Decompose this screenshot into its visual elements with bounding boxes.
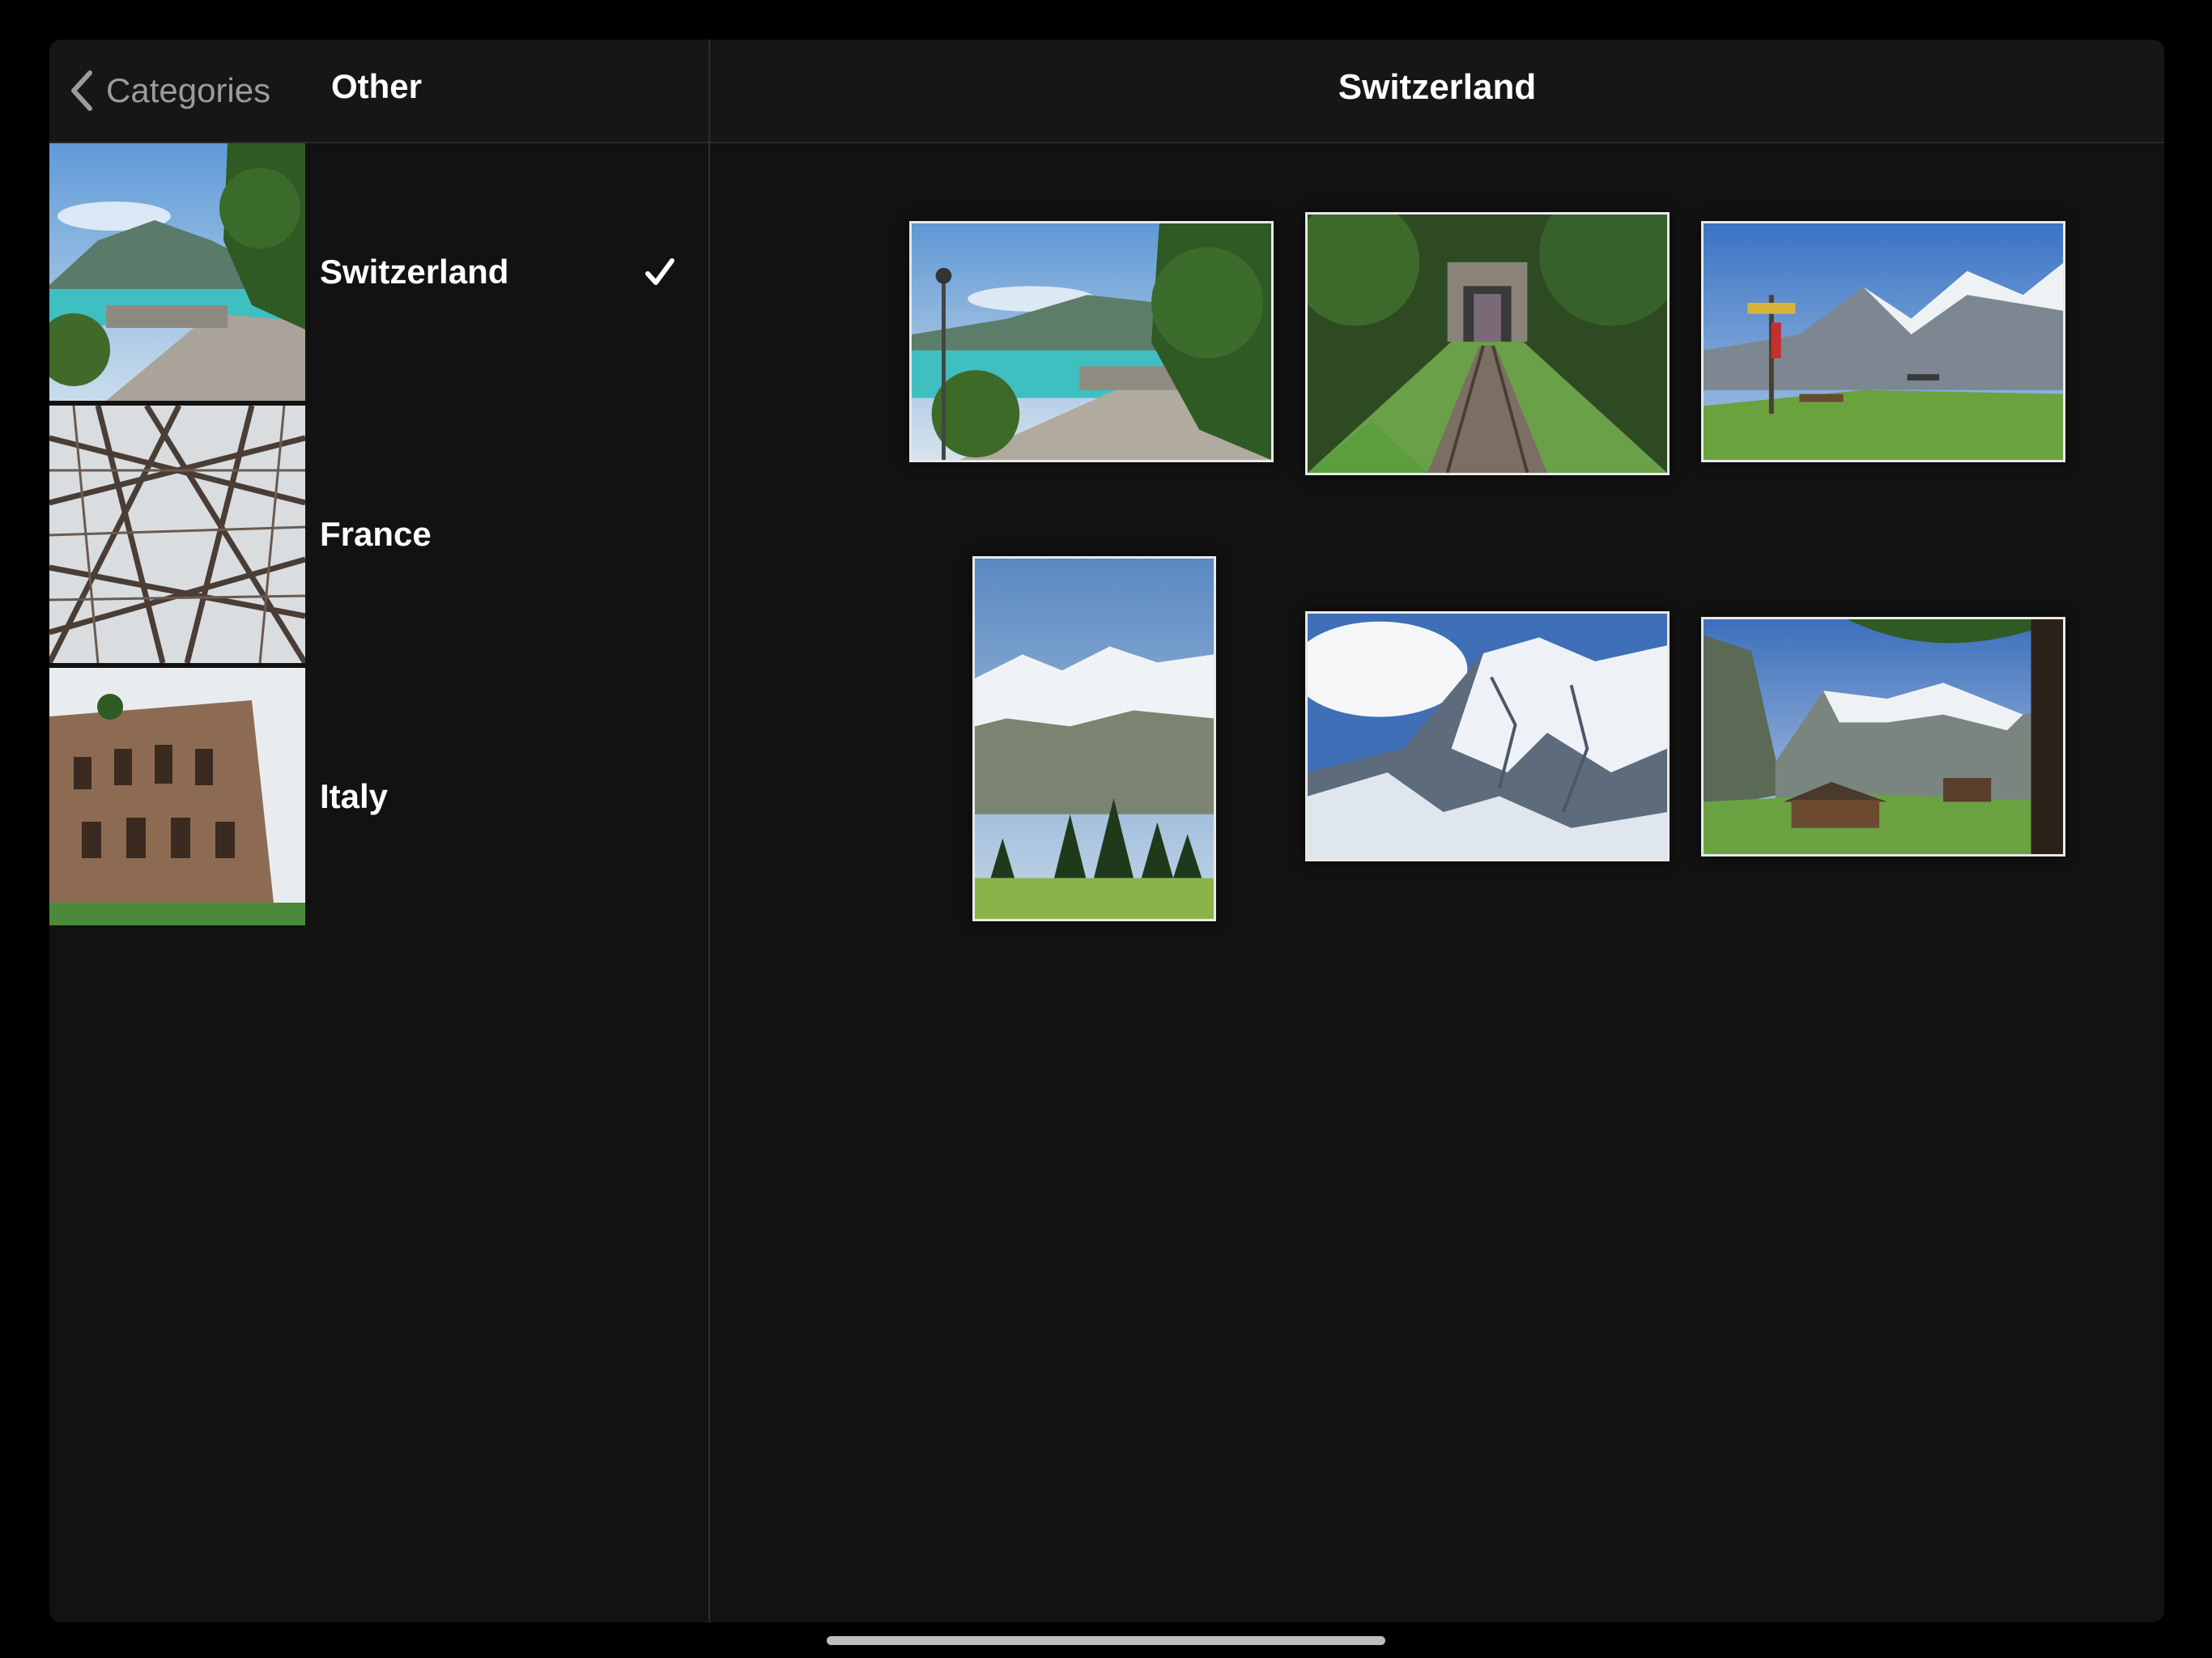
category-label: France (320, 515, 432, 553)
category-thumbnail (49, 668, 305, 925)
sidebar-header: Categories Other (49, 40, 708, 143)
category-item-france[interactable]: France (49, 406, 708, 663)
photo-thumbnail-1[interactable] (909, 221, 1274, 462)
back-button[interactable]: Categories (66, 62, 270, 119)
sidebar-title: Other (331, 67, 423, 105)
sidebar: Categories Other Switzerland France Ital… (49, 40, 708, 1622)
photo-thumbnail-2[interactable] (1305, 212, 1670, 475)
home-indicator[interactable] (827, 1636, 1385, 1645)
photo-grid-panel: Switzerland (710, 40, 2164, 1622)
photo-thumbnail-3[interactable] (1701, 221, 2065, 462)
category-label: Italy (320, 777, 389, 815)
chevron-left-icon (71, 70, 92, 111)
photo-thumbnail-5[interactable] (1305, 611, 1670, 861)
checkmark-icon (645, 258, 674, 285)
category-thumbnail (49, 143, 305, 401)
category-item-italy[interactable]: Italy (49, 668, 708, 925)
category-thumbnail (49, 406, 305, 663)
photo-thumbnail-4[interactable] (972, 556, 1216, 921)
main-header: Switzerland (710, 40, 2164, 143)
photo-thumbnail-6[interactable] (1701, 617, 2065, 857)
category-label: Switzerland (320, 253, 509, 291)
category-item-switzerland[interactable]: Switzerland (49, 143, 708, 401)
app-window: Categories Other Switzerland France Ital… (49, 40, 2164, 1622)
back-button-label: Categories (106, 71, 271, 109)
page-title: Switzerland (1338, 67, 1537, 107)
